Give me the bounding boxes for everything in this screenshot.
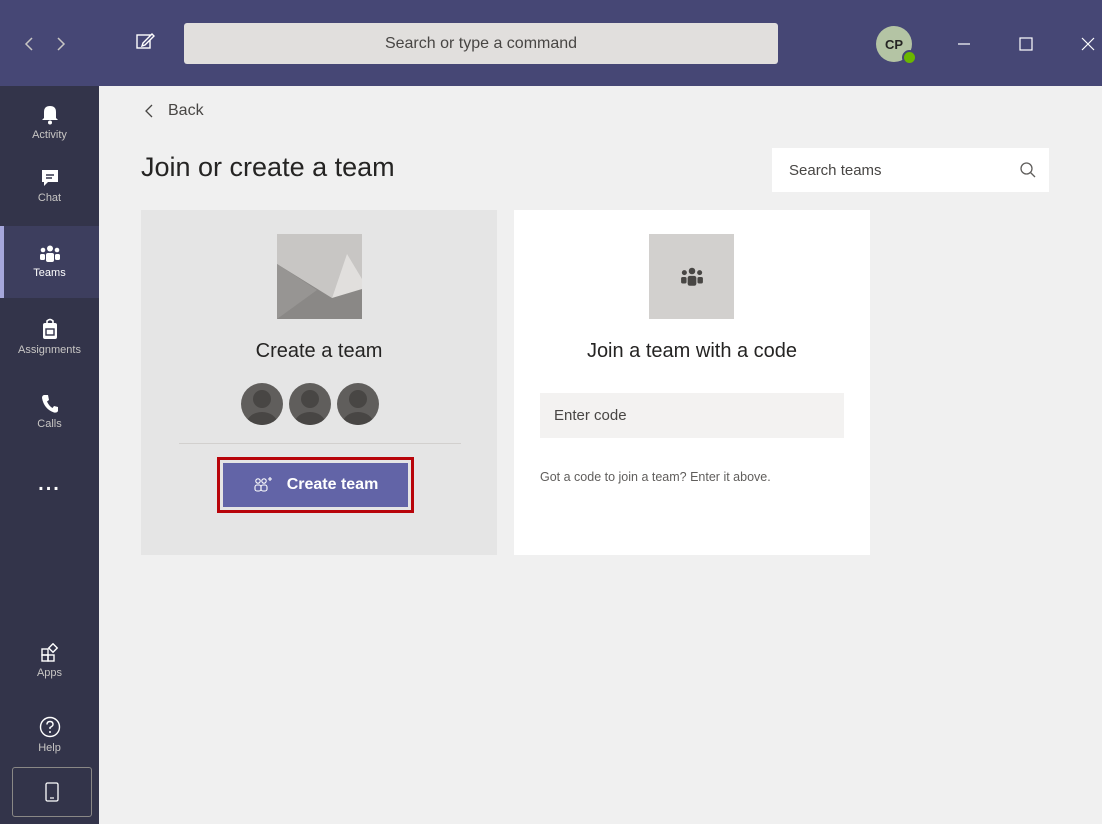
team-code-input[interactable] xyxy=(540,393,844,438)
page-title: Join or create a team xyxy=(141,152,395,182)
search-teams-box[interactable]: Search teams xyxy=(772,148,1049,192)
rail-item-activity[interactable]: Activity xyxy=(0,86,99,158)
card-divider xyxy=(179,443,461,444)
team-image-placeholder xyxy=(277,234,362,319)
teams-icon xyxy=(39,245,60,262)
create-team-highlight: Create team xyxy=(217,457,414,513)
back-chevron-icon xyxy=(145,104,153,118)
minimize-icon[interactable] xyxy=(944,24,984,64)
history-nav xyxy=(22,26,92,62)
rail-label-assignments: Assignments xyxy=(18,344,81,356)
person-placeholder-icon xyxy=(241,383,283,425)
create-team-card: Create a team Create team xyxy=(141,210,497,555)
new-chat-icon[interactable] xyxy=(134,30,158,54)
more-icon: ... xyxy=(38,472,61,495)
maximize-icon[interactable] xyxy=(1006,24,1046,64)
rail-item-teams[interactable]: Teams xyxy=(0,226,99,298)
back-label: Back xyxy=(168,102,204,119)
rail-item-apps[interactable]: Apps xyxy=(0,625,99,697)
person-placeholder-icon xyxy=(289,383,331,425)
assignments-icon xyxy=(42,318,57,339)
rail-label-activity: Activity xyxy=(32,129,67,141)
person-placeholder-icon xyxy=(337,383,379,425)
join-code-hint: Got a code to join a team? Enter it abov… xyxy=(540,470,771,484)
rail-label-calls: Calls xyxy=(37,418,62,430)
rail-item-assignments[interactable]: Assignments xyxy=(0,301,99,373)
command-search-box[interactable]: Search or type a command xyxy=(184,23,778,64)
create-team-button[interactable]: Create team xyxy=(223,463,408,507)
help-icon xyxy=(39,716,60,738)
member-avatars xyxy=(241,383,379,425)
command-search-placeholder: Search or type a command xyxy=(384,34,578,52)
teams-icon xyxy=(680,267,703,286)
search-icon[interactable] xyxy=(1019,161,1037,179)
rail-item-chat[interactable]: Chat xyxy=(0,150,99,222)
join-team-card: Join a team with a code Got a code to jo… xyxy=(514,210,870,555)
rail-label-chat: Chat xyxy=(37,192,62,204)
app-bar: Activity Chat Teams Assignments Calls ..… xyxy=(0,86,99,824)
create-team-label: Create team xyxy=(286,476,379,493)
rail-item-calls[interactable]: Calls xyxy=(0,376,99,448)
rail-label-teams: Teams xyxy=(33,267,66,279)
apps-icon xyxy=(40,643,58,662)
rail-label-apps: Apps xyxy=(36,667,63,679)
back-arrow-icon[interactable] xyxy=(22,36,36,52)
presence-available-icon xyxy=(902,50,917,65)
join-team-image xyxy=(649,234,734,319)
create-team-title: Create a team xyxy=(255,340,383,362)
add-team-icon xyxy=(254,477,272,492)
join-team-title: Join a team with a code xyxy=(586,340,798,362)
title-bar: Search or type a command CP xyxy=(0,0,1102,86)
chat-icon xyxy=(41,170,58,186)
back-link[interactable]: Back xyxy=(144,102,204,120)
search-teams-placeholder: Search teams xyxy=(789,161,882,179)
mobile-device-button[interactable] xyxy=(12,767,92,817)
rail-item-more[interactable]: ... xyxy=(0,448,99,520)
close-icon[interactable] xyxy=(1068,24,1102,64)
phone-icon xyxy=(41,395,58,413)
mobile-device-icon xyxy=(45,782,59,802)
avatar-initials: CP xyxy=(884,36,904,52)
forward-arrow-icon[interactable] xyxy=(54,36,68,52)
bell-icon xyxy=(41,106,58,125)
rail-item-help[interactable]: Help xyxy=(0,699,99,771)
rail-label-help: Help xyxy=(38,742,61,754)
